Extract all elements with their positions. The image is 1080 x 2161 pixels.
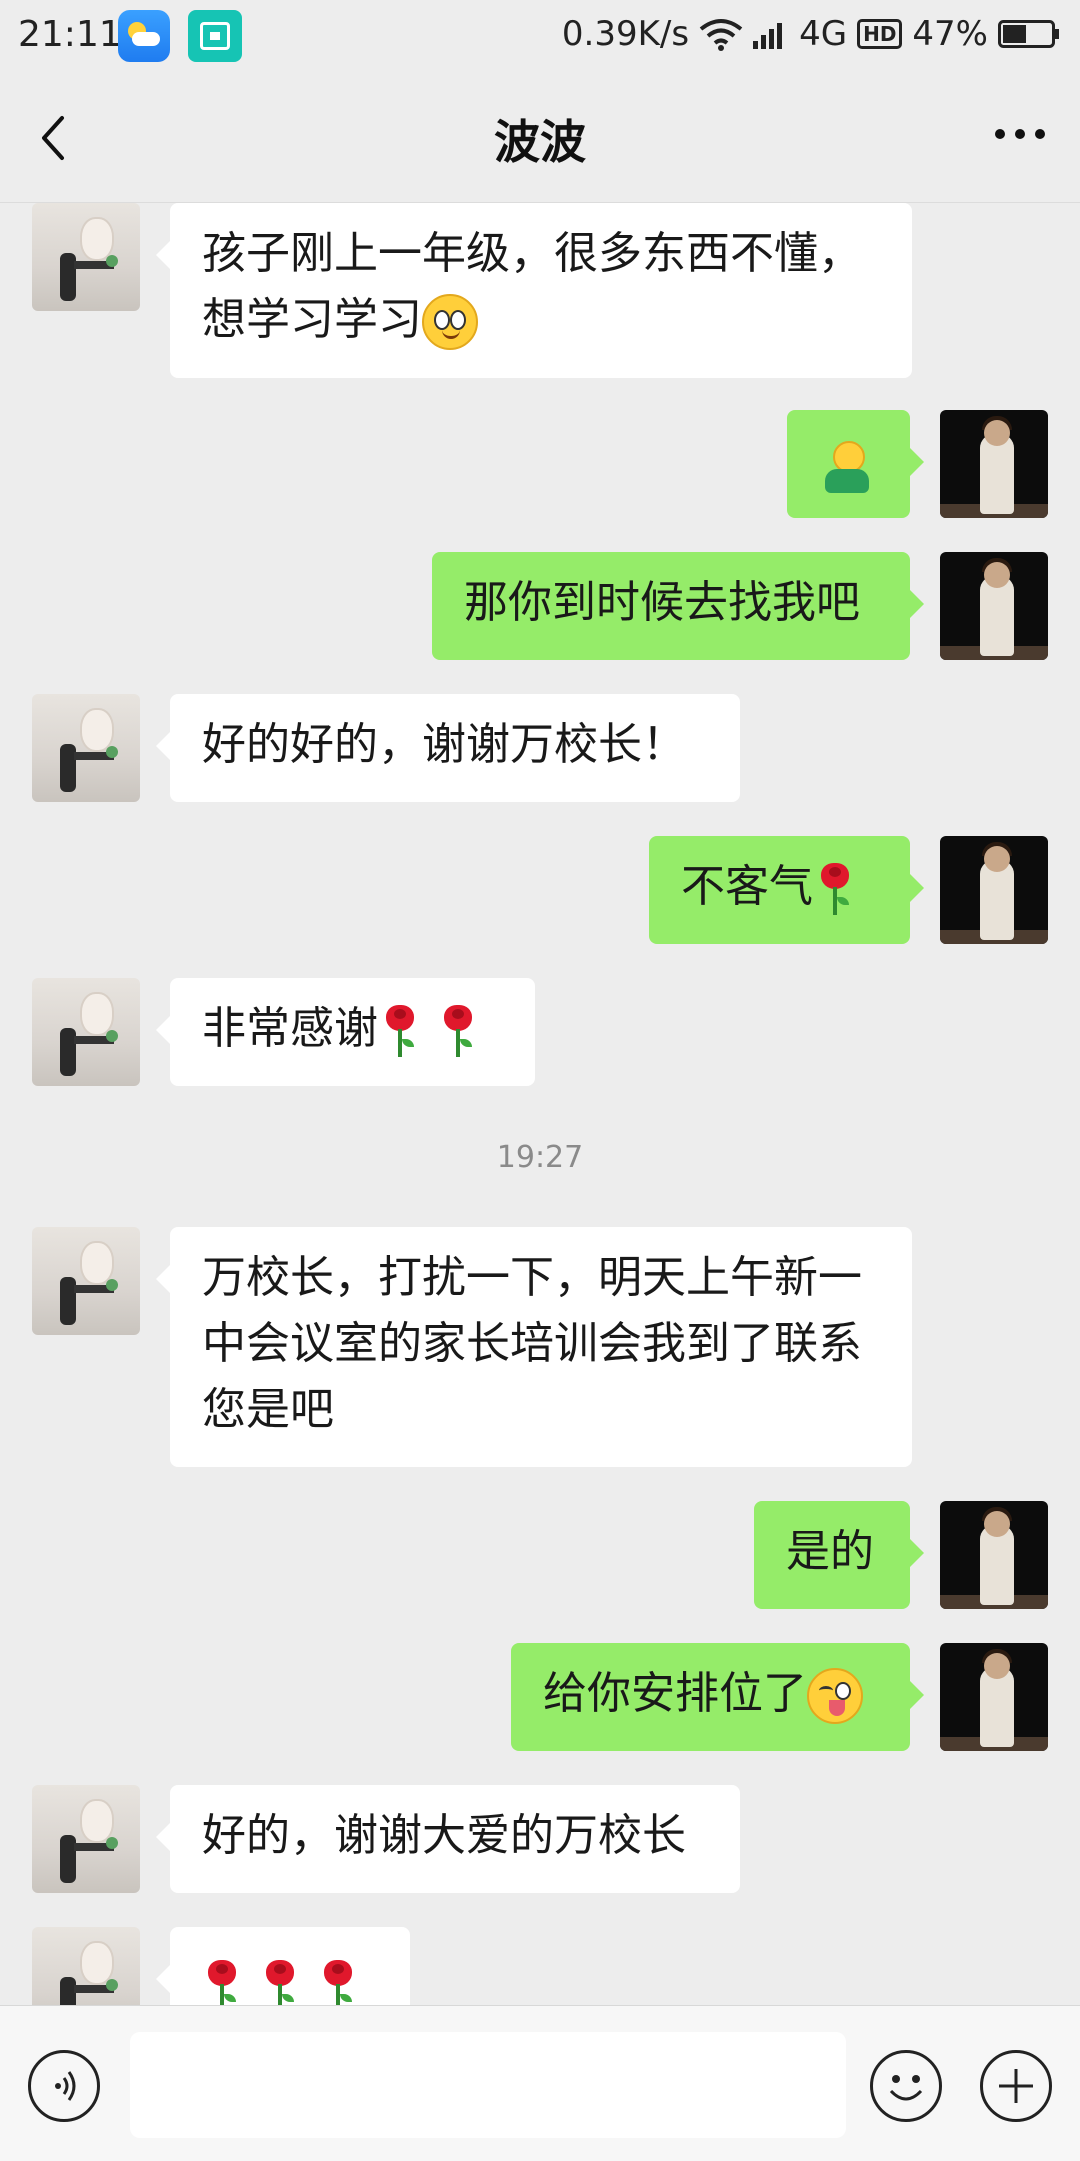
input-bar <box>0 2005 1080 2161</box>
message-bubble-outgoing[interactable]: 给你安排位了 <box>511 1643 924 1751</box>
contact-avatar[interactable] <box>32 694 140 802</box>
rose-emoji-icon <box>436 1003 480 1059</box>
message-bubble-outgoing[interactable]: 是的 <box>754 1501 924 1609</box>
my-avatar[interactable] <box>940 836 1048 944</box>
message-bubble-outgoing[interactable]: 那你到时候去找我吧 <box>432 552 924 660</box>
rose-emoji-icon <box>200 1958 244 2005</box>
wifi-icon <box>699 17 743 51</box>
voice-input-icon[interactable] <box>28 2050 100 2122</box>
my-avatar[interactable] <box>940 1643 1048 1751</box>
message-text: 好的，谢谢大爱的万校长 <box>202 1810 686 1861</box>
chat-title: 波波 <box>494 115 586 169</box>
timestamp: 19:27 <box>496 1140 584 1175</box>
network-type: 4G <box>799 14 848 54</box>
contact-avatar[interactable] <box>32 1785 140 1893</box>
buddy-emoji-icon <box>817 439 877 499</box>
smile-emoji-icon <box>422 294 478 350</box>
contact-avatar[interactable] <box>32 1927 140 2005</box>
message-text: 想学习学习 <box>202 294 422 345</box>
message-text: 是的 <box>786 1526 874 1577</box>
hd-badge: HD <box>857 19 903 49</box>
emoji-picker-icon[interactable] <box>870 2050 942 2122</box>
weather-app-icon <box>118 10 170 62</box>
more-options-icon[interactable] <box>990 114 1050 154</box>
status-bar: 21:11 0.39K/s 4G HD 47% <box>0 0 1080 74</box>
contact-avatar[interactable] <box>32 978 140 1086</box>
message-text: 非常感谢 <box>202 1003 378 1054</box>
rose-emoji-icon <box>378 1003 422 1059</box>
rose-emoji-icon <box>258 1958 302 2005</box>
my-avatar[interactable] <box>940 552 1048 660</box>
message-bubble-incoming[interactable]: 好的，谢谢大爱的万校长 <box>156 1785 740 1893</box>
message-bubble-outgoing[interactable]: 不客气 <box>649 836 924 944</box>
message-text: 给你安排位了 <box>543 1668 807 1719</box>
battery-percent: 47% <box>912 14 988 54</box>
message-bubble-incoming[interactable]: 孩子刚上一年级，很多东西不懂， 想学习学习 <box>156 203 912 378</box>
more-actions-plus-icon[interactable] <box>980 2050 1052 2122</box>
message-bubble-outgoing[interactable] <box>787 410 924 518</box>
rose-emoji-icon <box>813 861 857 917</box>
scanner-app-icon <box>188 10 242 62</box>
my-avatar[interactable] <box>940 1501 1048 1609</box>
contact-avatar[interactable] <box>32 1227 140 1335</box>
message-text: 好的好的，谢谢万校长！ <box>202 719 686 770</box>
wink-tongue-emoji-icon <box>807 1668 863 1724</box>
my-avatar[interactable] <box>940 410 1048 518</box>
rose-emoji-icon <box>316 1958 360 2005</box>
message-text: 您是吧 <box>202 1384 334 1435</box>
message-text: 孩子刚上一年级，很多东西不懂， <box>202 228 862 279</box>
message-bubble-incoming[interactable] <box>156 1927 410 2005</box>
message-text: 那你到时候去找我吧 <box>464 577 860 628</box>
chat-header: 波波 <box>0 74 1080 203</box>
signal-icon <box>753 19 789 49</box>
message-bubble-incoming[interactable]: 万校长，打扰一下，明天上午新一 中会议室的家长培训会我到了联系 您是吧 <box>156 1227 912 1467</box>
message-input[interactable] <box>130 2032 846 2138</box>
status-time: 21:11 <box>18 14 122 55</box>
message-bubble-incoming[interactable]: 好的好的，谢谢万校长！ <box>156 694 740 802</box>
message-text: 中会议室的家长培训会我到了联系 <box>202 1318 862 1369</box>
message-text: 不客气 <box>681 861 813 912</box>
contact-avatar[interactable] <box>32 203 140 311</box>
battery-icon <box>998 20 1060 48</box>
message-bubble-incoming[interactable]: 非常感谢 <box>156 978 535 1086</box>
network-speed: 0.39K/s <box>561 14 690 54</box>
message-text: 万校长，打扰一下，明天上午新一 <box>202 1252 862 1303</box>
message-list[interactable]: 孩子刚上一年级，很多东西不懂， 想学习学习 那你到时候去找我吧 好的好的，谢谢万… <box>0 203 1080 2005</box>
